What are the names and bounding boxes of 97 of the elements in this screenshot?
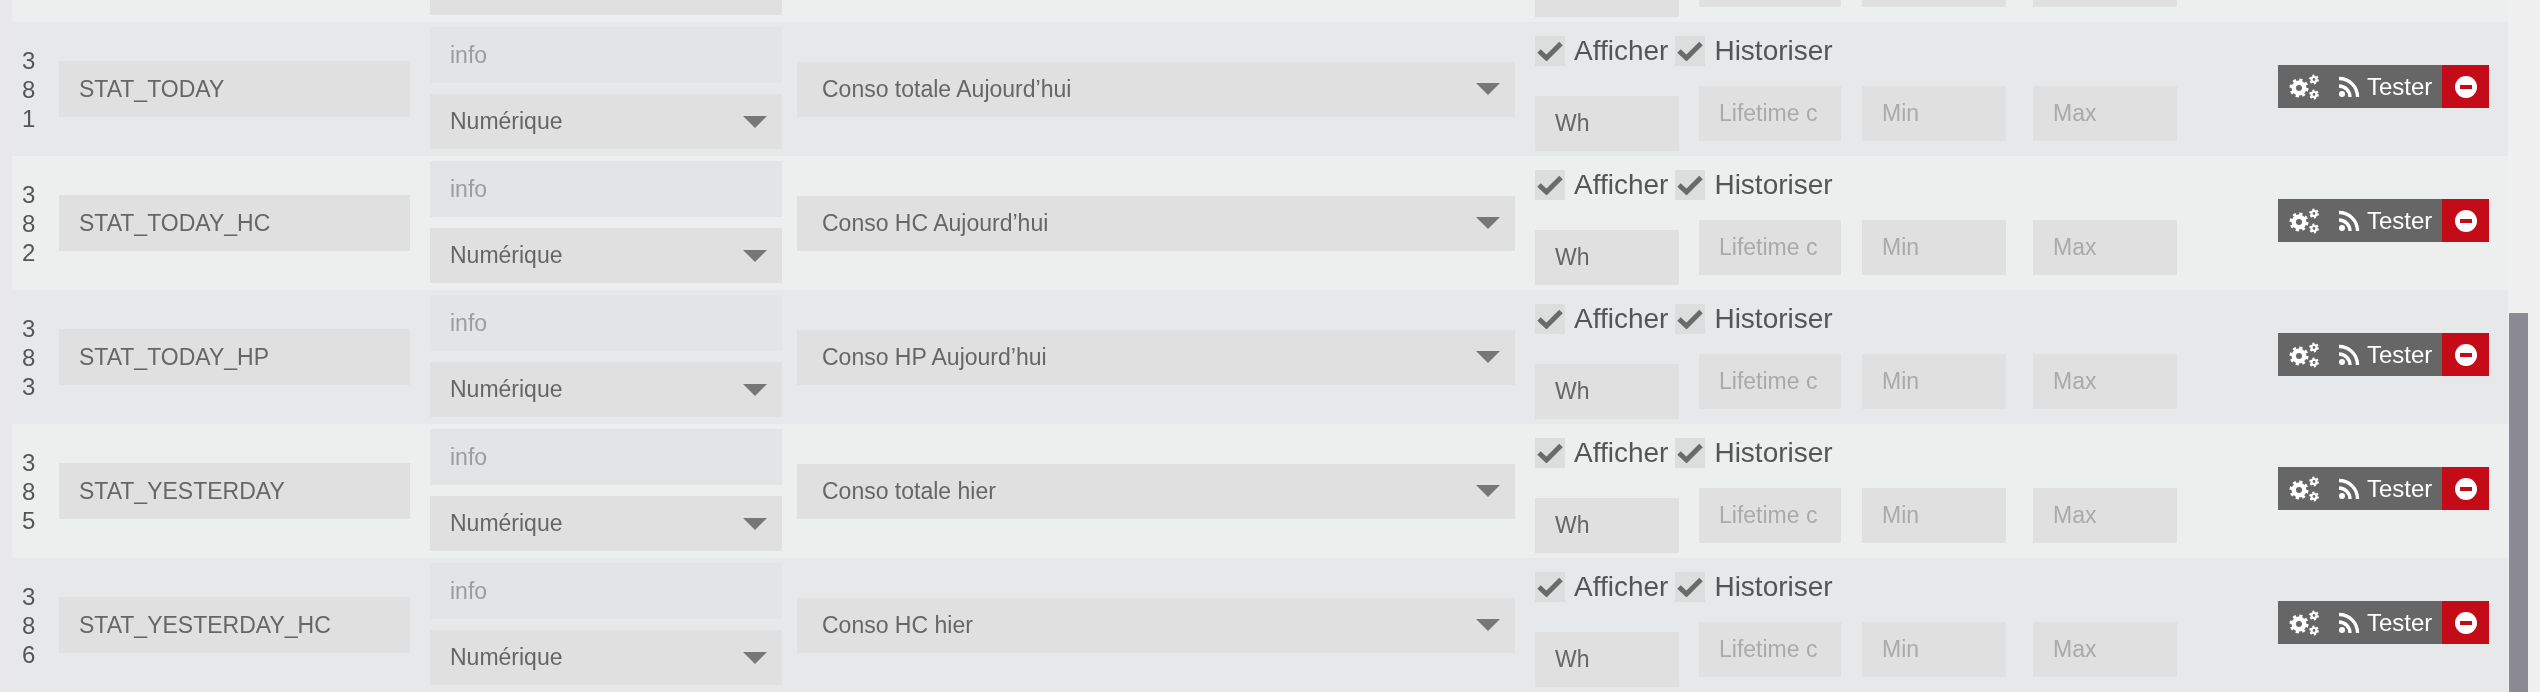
subtype-select[interactable]: Numérique	[430, 630, 782, 685]
check-icon	[1537, 175, 1563, 195]
check-icon	[1677, 175, 1704, 195]
checkbox[interactable]	[1675, 304, 1706, 334]
checkbox-label: Historiser	[1714, 36, 1833, 66]
minus-circle-icon	[2454, 611, 2477, 634]
scrollbar-track[interactable]	[2508, 0, 2540, 692]
caret-icon	[1476, 485, 1500, 497]
name-input[interactable]: STAT_TODAY_HP	[59, 329, 410, 385]
unit-input[interactable]: Wh	[1535, 632, 1679, 687]
configure-button[interactable]	[2278, 333, 2330, 376]
rss-icon	[2339, 612, 2360, 633]
caret-icon	[1476, 619, 1500, 631]
row-number: 381	[22, 45, 36, 133]
unit-input[interactable]: Wh	[1535, 230, 1679, 285]
check-icon	[1677, 41, 1704, 61]
checkbox-label: Afficher	[1574, 438, 1669, 468]
checkbox[interactable]	[1675, 170, 1706, 200]
caret-icon	[1476, 83, 1500, 95]
configure-button[interactable]	[2278, 199, 2330, 242]
remove-button[interactable]	[2442, 199, 2489, 242]
subtype-select[interactable]: Numérique	[430, 496, 782, 551]
test-button[interactable]: Tester	[2330, 65, 2442, 108]
checkbox[interactable]	[1675, 572, 1706, 602]
unit-input[interactable]: Wh	[1535, 96, 1679, 151]
name-input[interactable]: STAT_TODAY	[59, 61, 410, 117]
gears-icon	[2288, 341, 2320, 368]
checkbox[interactable]	[1535, 170, 1565, 200]
minus-circle-icon	[2454, 343, 2477, 366]
rss-icon	[2339, 210, 2360, 231]
checkbox-label: Afficher	[1574, 170, 1669, 200]
checkbox-label: Historiser	[1714, 304, 1833, 334]
name-input[interactable]: STAT_TODAY_HC	[59, 195, 410, 251]
scrollbar-thumb[interactable]	[2509, 313, 2528, 692]
rss-icon	[2339, 344, 2360, 365]
check-icon	[1537, 309, 1563, 329]
configure-button[interactable]	[2278, 65, 2330, 108]
subtype-select[interactable]: Numérique	[430, 362, 782, 417]
gears-icon	[2288, 207, 2320, 234]
configure-button[interactable]	[2278, 601, 2330, 644]
checkbox-label: Afficher	[1574, 36, 1669, 66]
test-button[interactable]: Tester	[2330, 467, 2442, 510]
gears-icon	[2288, 609, 2320, 636]
row-number: 383	[22, 313, 36, 401]
remove-button[interactable]	[2442, 467, 2489, 510]
name-input[interactable]: STAT_YESTERDAY	[59, 463, 410, 519]
test-button[interactable]: Tester	[2330, 333, 2442, 376]
test-button[interactable]: Tester	[2330, 601, 2442, 644]
row-number: 386	[22, 581, 36, 669]
minus-circle-icon	[2454, 209, 2477, 232]
checkbox-label: Historiser	[1714, 170, 1833, 200]
checkbox[interactable]	[1675, 438, 1706, 468]
check-icon	[1537, 443, 1563, 463]
caret-icon	[743, 249, 767, 262]
check-icon	[1537, 577, 1563, 597]
checkbox-label: Historiser	[1714, 438, 1833, 468]
minus-circle-icon	[2454, 477, 2477, 500]
checkbox[interactable]	[1675, 36, 1706, 66]
checkbox[interactable]	[1535, 572, 1565, 602]
checkbox-label: Afficher	[1574, 304, 1669, 334]
test-button[interactable]: Tester	[2330, 199, 2442, 242]
generic-type-select[interactable]: Conso HP Aujourd’hui	[797, 329, 1515, 385]
caret-icon	[743, 651, 767, 664]
gears-icon	[2288, 73, 2320, 100]
remove-button[interactable]	[2442, 65, 2489, 108]
checkbox[interactable]	[1535, 438, 1565, 468]
caret-icon	[743, 383, 767, 396]
rss-icon	[2339, 478, 2360, 499]
generic-type-select[interactable]: Conso HC hier	[797, 597, 1515, 653]
checkbox-label: Afficher	[1574, 572, 1669, 602]
caret-icon	[1476, 351, 1500, 363]
unit-input[interactable]: Wh	[1535, 498, 1679, 553]
checkbox-label: Historiser	[1714, 572, 1833, 602]
checkbox[interactable]	[1535, 304, 1565, 334]
generic-type-select[interactable]: Conso HC Aujourd’hui	[797, 195, 1515, 251]
remove-button[interactable]	[2442, 601, 2489, 644]
name-input[interactable]: STAT_YESTERDAY_HC	[59, 597, 410, 653]
checkbox[interactable]	[1535, 36, 1565, 66]
generic-type-select[interactable]: Conso totale Aujourd’hui	[797, 61, 1515, 117]
subtype-select[interactable]: Numérique	[430, 94, 782, 149]
check-icon	[1537, 41, 1563, 61]
caret-icon	[743, 517, 767, 530]
caret-icon	[1476, 217, 1500, 229]
unit-input[interactable]: Wh	[1535, 364, 1679, 419]
minus-circle-icon	[2454, 75, 2477, 98]
configure-button[interactable]	[2278, 467, 2330, 510]
check-icon	[1677, 577, 1704, 597]
remove-button[interactable]	[2442, 333, 2489, 376]
row-number: 385	[22, 447, 36, 535]
check-icon	[1677, 443, 1704, 463]
generic-type-select[interactable]: Conso totale hier	[797, 463, 1515, 519]
row-number: 382	[22, 179, 36, 267]
rss-icon	[2339, 76, 2360, 97]
check-icon	[1677, 309, 1704, 329]
subtype-select[interactable]: Numérique	[430, 228, 782, 283]
caret-icon	[743, 115, 767, 128]
gears-icon	[2288, 475, 2320, 502]
